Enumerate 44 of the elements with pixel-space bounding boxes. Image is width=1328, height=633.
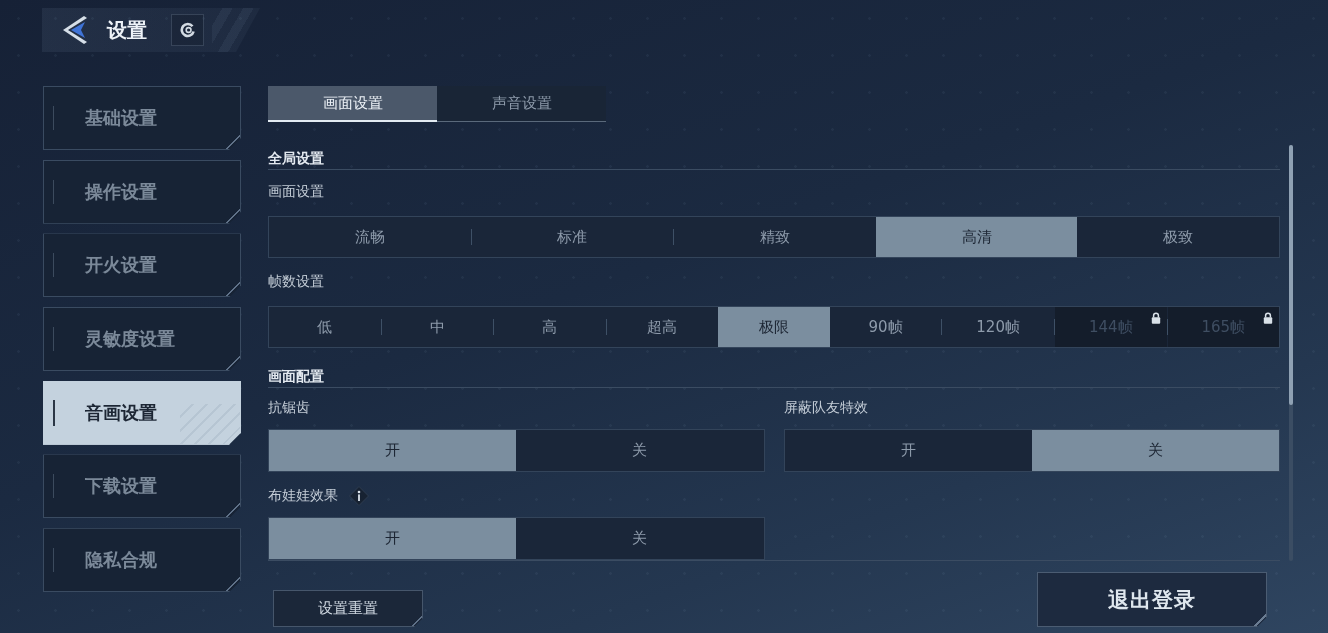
section-heading: 全局设置 bbox=[268, 150, 324, 166]
segment-option[interactable]: 超高 bbox=[606, 307, 719, 347]
sidebar-item[interactable]: 灵敏度设置 bbox=[43, 307, 241, 372]
sidebar-item[interactable]: 下载设置 bbox=[43, 454, 241, 519]
tab[interactable]: 画面设置 bbox=[268, 86, 437, 122]
ring-icon bbox=[179, 22, 196, 38]
segment-option[interactable]: 极限 bbox=[718, 307, 830, 347]
setting-label: 帧数设置 bbox=[268, 273, 324, 291]
sidebar-item[interactable]: 操作设置 bbox=[43, 159, 241, 224]
lock-icon bbox=[1263, 312, 1274, 324]
sidebar-item[interactable]: 开火设置 bbox=[43, 233, 241, 298]
toggle-option[interactable]: 开 bbox=[269, 430, 517, 471]
lock-icon bbox=[1150, 312, 1161, 324]
sidebar-item[interactable]: 基础设置 bbox=[43, 86, 241, 150]
setting-label: 布娃娃效果 bbox=[268, 487, 338, 505]
toggle-option[interactable]: 关 bbox=[1031, 430, 1279, 471]
segment-option[interactable]: 低 bbox=[269, 307, 381, 347]
segment-option[interactable]: 流畅 bbox=[269, 217, 471, 257]
segment-option[interactable]: 高 bbox=[494, 307, 606, 347]
segment-option[interactable]: 120帧 bbox=[942, 307, 1054, 347]
toggle-option[interactable]: 开 bbox=[784, 430, 1032, 471]
setting-label: 画面设置 bbox=[268, 183, 324, 201]
ring-button[interactable] bbox=[171, 14, 204, 46]
scrollbar-thumb[interactable] bbox=[1289, 145, 1293, 405]
reset-button[interactable]: 设置重置 bbox=[273, 590, 423, 627]
tab[interactable]: 声音设置 bbox=[437, 86, 606, 122]
page-title: 设置 bbox=[107, 17, 147, 43]
info-icon[interactable] bbox=[349, 486, 369, 506]
scrollbar[interactable] bbox=[1289, 145, 1293, 561]
logout-button[interactable]: 退出登录 bbox=[1037, 572, 1267, 627]
segment-option[interactable]: 极致 bbox=[1077, 217, 1279, 257]
segment-option[interactable]: 中 bbox=[381, 307, 494, 347]
segment-option[interactable]: 精致 bbox=[674, 217, 876, 257]
segment-option[interactable]: 高清 bbox=[875, 217, 1078, 257]
sidebar-item[interactable]: 隐私合规 bbox=[43, 528, 241, 593]
toggle-option[interactable]: 开 bbox=[269, 518, 517, 559]
setting-label: 抗锯齿 bbox=[268, 399, 310, 417]
toggle-option[interactable]: 关 bbox=[516, 518, 764, 559]
segment-option[interactable]: 90帧 bbox=[829, 307, 942, 347]
section-heading: 画面配置 bbox=[268, 368, 324, 384]
toggle-option[interactable]: 关 bbox=[516, 430, 764, 471]
sidebar-item[interactable]: 音画设置 bbox=[43, 380, 241, 445]
segment-option[interactable]: 标准 bbox=[471, 217, 674, 257]
setting-label: 屏蔽队友特效 bbox=[783, 399, 868, 417]
